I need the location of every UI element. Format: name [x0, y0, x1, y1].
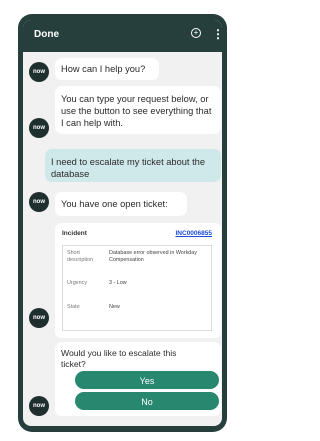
add-circle-icon[interactable]: + [191, 28, 201, 38]
chat-header: Done + ⋮ [23, 20, 222, 52]
no-button[interactable]: No [75, 392, 219, 410]
ticket-header: Incident INC0006855 [62, 230, 214, 243]
field-value: 3 - Low [109, 280, 127, 286]
user-message: I need to escalate my ticket about the d… [45, 149, 221, 182]
chat-screen: Done + ⋮ now How can I help you? now You… [23, 20, 222, 426]
avatar: now [29, 396, 49, 416]
ticket-title: Incident [62, 230, 87, 237]
message-text: How can I help you? [61, 64, 146, 74]
avatar: now [29, 308, 49, 328]
field-label: State [67, 304, 80, 310]
yes-button[interactable]: Yes [75, 371, 219, 389]
field-label: Short description [67, 250, 94, 263]
bot-message: You can type your request below, or use … [55, 86, 221, 134]
avatar: now [29, 192, 49, 212]
ticket-number-link[interactable]: INC0006855 [176, 230, 213, 237]
ticket-card: Incident INC0006855 Short description Da… [55, 223, 221, 338]
field-value: New [109, 304, 120, 310]
bot-message: You have one open ticket: [55, 192, 187, 216]
bot-message: How can I help you? [55, 58, 159, 80]
avatar: now [29, 118, 49, 138]
done-button[interactable]: Done [34, 29, 59, 40]
avatar: now [29, 62, 49, 82]
message-text: You have one open ticket: [61, 199, 168, 209]
message-text: You can type your request below, or use … [61, 94, 212, 128]
field-label: Urgency [67, 280, 88, 286]
more-menu-icon[interactable]: ⋮ [212, 27, 222, 41]
field-value: Database error observed in Workday Compe… [109, 250, 197, 263]
ticket-details: Short description Database error observe… [62, 245, 212, 331]
escalate-question: Would you like to escalate this ticket? [61, 348, 177, 369]
message-text: I need to escalate my ticket about the d… [51, 157, 206, 179]
phone-frame: Done + ⋮ now How can I help you? now You… [18, 14, 227, 432]
